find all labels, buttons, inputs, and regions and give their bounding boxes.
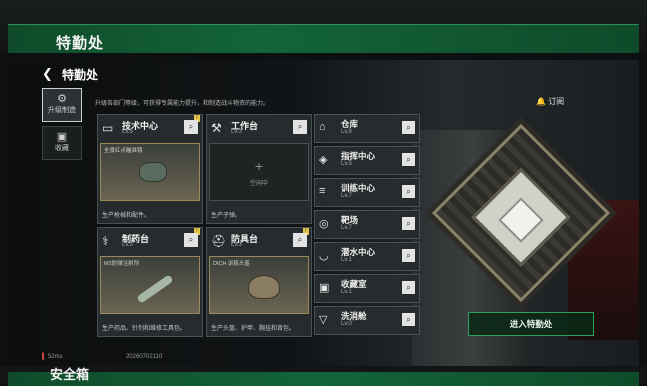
- cube-core: [498, 197, 544, 243]
- workshop-level: Lv.3: [122, 129, 133, 135]
- facility-decontamination[interactable]: ▽ 洗消舱 Lv.0 ⌕: [314, 306, 420, 335]
- scope-item-icon: [139, 162, 167, 182]
- workshop-card-workbench[interactable]: ⚒ 工作台 Lv.3 ⌕ + 空闲中 生产子弹。: [206, 114, 312, 224]
- bottom-banner-title: 安全箱: [50, 367, 90, 382]
- search-icon[interactable]: ⌕: [402, 121, 415, 134]
- facility-level: Lv.7: [341, 225, 352, 231]
- workshop-description: 生产子弹。: [211, 213, 242, 219]
- helmet-item-icon: [248, 275, 280, 299]
- bottom-banner: 安全箱: [0, 366, 647, 386]
- search-icon[interactable]: ⌕: [402, 153, 415, 166]
- search-icon[interactable]: ⌕: [184, 120, 198, 134]
- facility-level: Lv.0: [341, 321, 352, 327]
- tools-icon: ⚒: [211, 121, 222, 135]
- syringe-icon: ⚕: [102, 234, 109, 248]
- search-icon[interactable]: ⌕: [402, 249, 415, 262]
- top-banner: 特勤处: [0, 0, 647, 53]
- workshop-card-pharmacy[interactable]: ! ⚕ 制药台 Lv.3 ⌕ M2防弹注射剂 生产药品、针剂和维修工具包。: [97, 227, 203, 337]
- cube-inner: [471, 167, 571, 267]
- search-icon[interactable]: ⌕: [293, 233, 307, 247]
- search-icon[interactable]: ⌕: [293, 120, 307, 134]
- facility-command-center[interactable]: ◈ 指挥中心 Lv.5 ⌕: [314, 146, 420, 175]
- facility-collection-room[interactable]: ▣ 收藏室 Lv.1 ⌕: [314, 274, 420, 303]
- facility-diving-center[interactable]: ◡ 潜水中心 Lv.1 ⌕: [314, 242, 420, 271]
- subscribe-label: 订阅: [548, 97, 565, 106]
- search-icon[interactable]: ⌕: [402, 281, 415, 294]
- timestamp: 20260702110: [125, 354, 163, 360]
- workshop-card-tech-center[interactable]: ! ▭ 技术中心 Lv.3 ⌕ 全景红点瞄准镜 生产枪械和配件。: [97, 114, 203, 224]
- target-icon: ◎: [319, 218, 329, 230]
- slot-item-name: DICH 训练头盔: [213, 261, 250, 267]
- warehouse-icon: ⌂: [319, 121, 326, 133]
- workshop-card-armor[interactable]: ! ⛑ 防具台 Lv.3 ⌕ DICH 训练头盔 生产头盔、护甲、胸挂和背包。: [206, 227, 312, 337]
- enter-special-ops-button[interactable]: 进入特勤处: [468, 312, 594, 336]
- facility-level: Lv.1: [341, 289, 352, 295]
- production-slot[interactable]: DICH 训练头盔: [209, 256, 309, 314]
- page-title: 特勤处: [62, 68, 99, 82]
- plus-icon: +: [254, 158, 264, 174]
- production-slot[interactable]: + 空闲中: [209, 143, 309, 201]
- facility-range[interactable]: ◎ 靶场 Lv.7 ⌕: [314, 210, 420, 239]
- tab-label: 升级制造: [48, 107, 76, 114]
- subscribe-button[interactable]: 🔔 订阅: [536, 96, 564, 107]
- slot-item-name: 全景红点瞄准镜: [104, 148, 143, 154]
- collect-icon: ▣: [56, 131, 68, 143]
- diving-icon: ◡: [319, 250, 329, 262]
- helmet-icon: ⛑: [211, 234, 227, 248]
- production-slot[interactable]: M2防弹注射剂: [100, 256, 200, 314]
- facility-level: Lv.8: [341, 129, 352, 135]
- monitor-icon: ▭: [102, 121, 114, 135]
- facility-level: Lv.1: [341, 257, 352, 263]
- search-icon[interactable]: ⌕: [402, 217, 415, 230]
- signal-icon: ▌: [42, 354, 47, 360]
- workshop-level: Lv.3: [231, 129, 242, 135]
- back-icon[interactable]: ❮: [42, 66, 53, 82]
- workshop-description: 生产药品、针剂和维修工具包。: [102, 326, 187, 332]
- page-description: 升级各部门等级，可获得专属能力提升，和制造战斗物资的能力。: [95, 101, 270, 107]
- slot-status: 空闲中: [249, 181, 268, 187]
- workshop-description: 生产头盔、护甲、胸挂和背包。: [211, 326, 296, 332]
- slot-item-name: M2防弹注射剂: [104, 261, 140, 267]
- search-icon[interactable]: ⌕: [402, 313, 415, 326]
- command-icon: ◈: [319, 154, 328, 166]
- banner-title: 特勤处: [56, 35, 105, 52]
- search-icon[interactable]: ⌕: [184, 233, 198, 247]
- shower-icon: ▽: [319, 314, 328, 326]
- facility-training-center[interactable]: ≡ 训练中心 Lv.7 ⌕: [314, 178, 420, 207]
- tab-label: 收藏: [55, 145, 69, 152]
- search-icon[interactable]: ⌕: [402, 185, 415, 198]
- dumbbell-icon: ≡: [319, 185, 326, 197]
- facility-level: Lv.5: [341, 161, 352, 167]
- upgrade-icon: ⚙: [57, 93, 67, 105]
- status-bar: ▌ 52ms 20260702110: [42, 354, 162, 360]
- workshop-description: 生产枪械和配件。: [102, 213, 151, 219]
- workshop-level: Lv.3: [122, 242, 133, 248]
- sidebar: ⚙ 升级制造 ▣ 收藏: [42, 88, 82, 164]
- injector-item-icon: [136, 274, 174, 304]
- workshop-level: Lv.3: [231, 242, 242, 248]
- ping-value: 52ms: [47, 354, 63, 360]
- collection-icon: ▣: [319, 282, 330, 294]
- tab-collection[interactable]: ▣ 收藏: [42, 126, 82, 160]
- facility-warehouse[interactable]: ⌂ 仓库 Lv.8 ⌕: [314, 114, 420, 143]
- tab-upgrade-manufacture[interactable]: ⚙ 升级制造: [42, 88, 82, 122]
- production-slot[interactable]: 全景红点瞄准镜: [100, 143, 200, 201]
- facility-level: Lv.7: [341, 193, 352, 199]
